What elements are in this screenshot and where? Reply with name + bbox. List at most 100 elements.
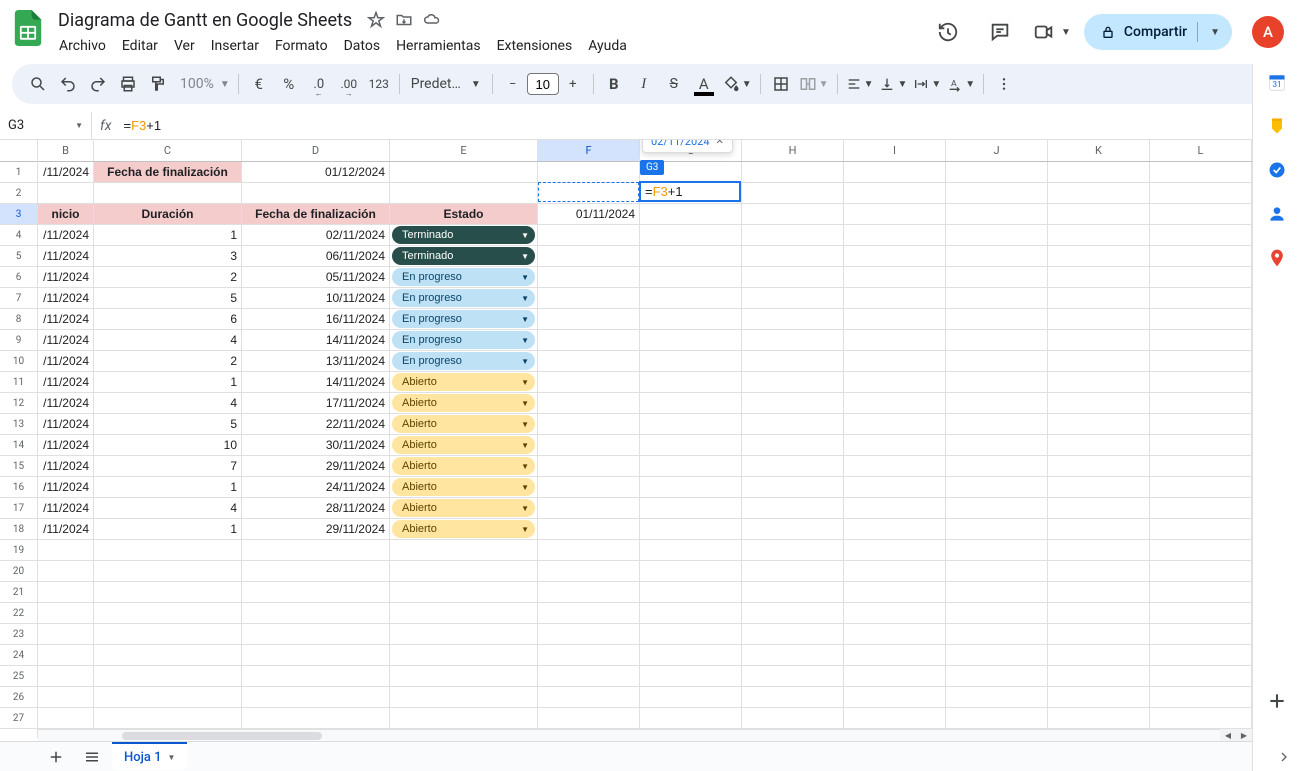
cell[interactable]: [946, 162, 1048, 182]
cell[interactable]: [742, 414, 844, 434]
row-header[interactable]: 9: [0, 330, 37, 351]
cell[interactable]: 28/11/2024: [242, 498, 390, 518]
formula-suggestion[interactable]: 02/11/2024 ✕: [642, 140, 733, 153]
keep-icon[interactable]: [1267, 116, 1287, 136]
font-size-input[interactable]: [527, 73, 559, 95]
row-header[interactable]: 7: [0, 288, 37, 309]
move-icon[interactable]: [394, 10, 414, 30]
cell[interactable]: 01/12/2024: [242, 162, 390, 182]
print-icon[interactable]: [114, 70, 142, 98]
fill-color-button[interactable]: ▼: [720, 70, 754, 98]
cell[interactable]: nicio: [38, 204, 94, 224]
cell[interactable]: [742, 267, 844, 287]
status-chip[interactable]: Terminado▼: [392, 247, 535, 265]
name-box[interactable]: G3 ▼: [0, 112, 92, 139]
cell[interactable]: 2: [94, 267, 242, 287]
cell[interactable]: [640, 330, 742, 350]
cell[interactable]: [742, 183, 844, 203]
cell[interactable]: [1048, 582, 1150, 602]
cell[interactable]: [1048, 204, 1150, 224]
cell[interactable]: [946, 498, 1048, 518]
cell[interactable]: [946, 204, 1048, 224]
cell[interactable]: [946, 330, 1048, 350]
cell[interactable]: [538, 267, 640, 287]
cell[interactable]: [538, 645, 640, 665]
cell[interactable]: [390, 687, 538, 707]
cell[interactable]: [844, 687, 946, 707]
cell[interactable]: /11/2024: [38, 477, 94, 497]
cell[interactable]: /11/2024: [38, 162, 94, 182]
col-header[interactable]: C: [94, 140, 242, 161]
row-header[interactable]: 13: [0, 414, 37, 435]
cell[interactable]: [742, 498, 844, 518]
cell[interactable]: [94, 540, 242, 560]
cell[interactable]: /11/2024: [38, 435, 94, 455]
cell[interactable]: [640, 372, 742, 392]
cell[interactable]: [946, 267, 1048, 287]
row-header[interactable]: 22: [0, 603, 37, 624]
cell[interactable]: 6: [94, 309, 242, 329]
row-header[interactable]: 14: [0, 435, 37, 456]
cell[interactable]: [946, 225, 1048, 245]
cell[interactable]: [640, 561, 742, 581]
share-button[interactable]: Compartir ▼: [1084, 14, 1232, 50]
cell[interactable]: [242, 603, 390, 623]
cell[interactable]: [538, 687, 640, 707]
cell[interactable]: [1048, 687, 1150, 707]
cell[interactable]: [640, 498, 742, 518]
cell[interactable]: [946, 624, 1048, 644]
sheet-tab[interactable]: Hoja 1 ▼: [112, 742, 187, 770]
tasks-icon[interactable]: [1267, 160, 1287, 180]
row-header[interactable]: 27: [0, 708, 37, 729]
cell[interactable]: [742, 246, 844, 266]
cell[interactable]: [640, 225, 742, 245]
cell[interactable]: [1048, 330, 1150, 350]
cell[interactable]: 14/11/2024: [242, 330, 390, 350]
cell[interactable]: /11/2024: [38, 267, 94, 287]
cell[interactable]: [242, 645, 390, 665]
cell[interactable]: Abierto▼: [390, 393, 538, 413]
cell[interactable]: [1048, 225, 1150, 245]
increase-decimal-button[interactable]: .00→: [335, 70, 363, 98]
status-chip[interactable]: En progreso▼: [392, 331, 535, 349]
cell[interactable]: [946, 561, 1048, 581]
cell[interactable]: [844, 288, 946, 308]
status-chip[interactable]: Abierto▼: [392, 436, 535, 454]
cell[interactable]: [1048, 708, 1150, 728]
cell[interactable]: Duración: [94, 204, 242, 224]
cell[interactable]: [1150, 582, 1252, 602]
cell[interactable]: [1150, 414, 1252, 434]
cell[interactable]: [242, 540, 390, 560]
cell[interactable]: [38, 645, 94, 665]
cell[interactable]: 1: [94, 225, 242, 245]
cell[interactable]: Abierto▼: [390, 435, 538, 455]
strikethrough-button[interactable]: S: [660, 70, 688, 98]
cell[interactable]: [946, 582, 1048, 602]
cell[interactable]: /11/2024: [38, 309, 94, 329]
redo-icon[interactable]: [84, 70, 112, 98]
cell[interactable]: [640, 645, 742, 665]
cell[interactable]: [946, 183, 1048, 203]
meet-button[interactable]: ▼: [1032, 12, 1072, 52]
cell[interactable]: [640, 687, 742, 707]
cell[interactable]: [844, 708, 946, 728]
cell[interactable]: 4: [94, 393, 242, 413]
zoom-select[interactable]: 100%▼: [174, 70, 232, 98]
cell[interactable]: En progreso▼: [390, 267, 538, 287]
expand-side-panel-icon[interactable]: [1276, 749, 1292, 765]
search-icon[interactable]: [24, 70, 52, 98]
cell[interactable]: [242, 582, 390, 602]
sheets-logo[interactable]: [8, 8, 48, 48]
row-header[interactable]: 2: [0, 183, 37, 204]
cell[interactable]: Abierto▼: [390, 456, 538, 476]
currency-button[interactable]: €: [245, 70, 273, 98]
cell[interactable]: [538, 708, 640, 728]
cell[interactable]: Abierto▼: [390, 498, 538, 518]
cell[interactable]: [742, 540, 844, 560]
cell[interactable]: [742, 162, 844, 182]
cell[interactable]: [742, 309, 844, 329]
cell[interactable]: Terminado▼: [390, 225, 538, 245]
cell[interactable]: [844, 435, 946, 455]
menu-extensiones[interactable]: Extensiones: [490, 34, 580, 58]
cell[interactable]: [1150, 183, 1252, 203]
